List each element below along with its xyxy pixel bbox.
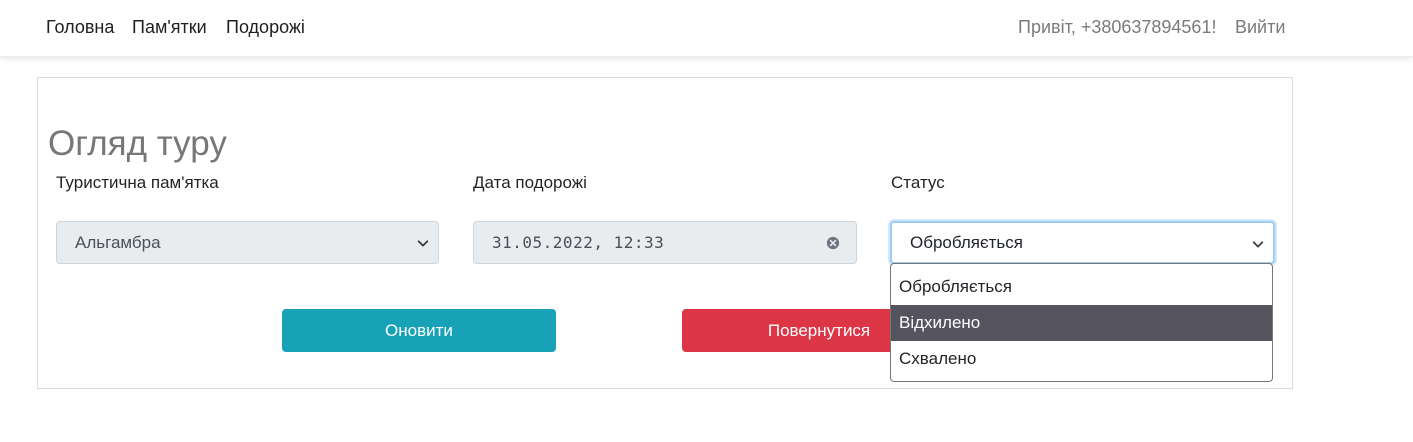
status-option-approved[interactable]: Схвалено	[891, 341, 1272, 377]
nav-link-attractions[interactable]: Пам'ятки	[132, 16, 207, 38]
trip-date-label: Дата подорожі	[473, 173, 587, 192]
nav-link-trips[interactable]: Подорожі	[226, 16, 305, 38]
attraction-label: Туристична пам'ятка	[56, 173, 219, 192]
attraction-select-value: Альгамбра	[75, 232, 161, 252]
chevron-down-icon	[1252, 241, 1264, 248]
update-button[interactable]: Оновити	[282, 309, 556, 352]
attraction-select[interactable]: Альгамбра	[56, 221, 439, 264]
status-option-rejected[interactable]: Відхилено	[891, 305, 1272, 341]
status-option-processing[interactable]: Обробляється	[891, 264, 1272, 305]
trip-date-input[interactable]: 31.05.2022, 12:33	[473, 221, 857, 264]
logout-link[interactable]: Вийти	[1235, 16, 1285, 38]
trip-date-value: 31.05.2022, 12:33	[492, 232, 665, 252]
nav-link-home[interactable]: Головна	[46, 16, 114, 38]
page-title: Огляд туру	[48, 124, 227, 164]
chevron-down-icon	[417, 240, 429, 247]
status-dropdown-list: Обробляється Відхилено Схвалено	[890, 263, 1273, 382]
status-label: Статус	[891, 173, 945, 192]
user-greeting: Привіт, +380637894561!	[1018, 17, 1217, 37]
top-navbar: Головна Пам'ятки Подорожі Привіт, +38063…	[0, 0, 1413, 57]
status-select-value: Обробляється	[910, 232, 1023, 252]
clear-icon[interactable]	[826, 236, 840, 250]
status-select[interactable]: Обробляється	[890, 221, 1275, 264]
